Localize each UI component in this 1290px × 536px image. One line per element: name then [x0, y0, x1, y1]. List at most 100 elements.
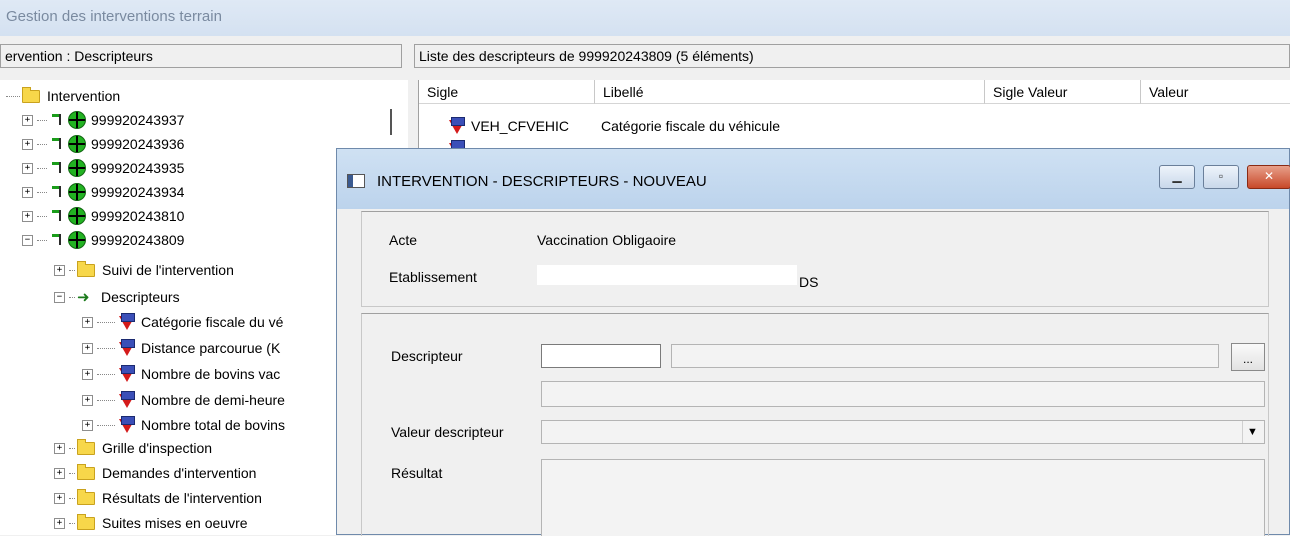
descriptor-icon	[117, 313, 137, 331]
app-title: Gestion des interventions terrain	[6, 8, 222, 25]
descripteur-detail-field	[541, 381, 1265, 407]
tree-item-intervention[interactable]: + 999920243937	[22, 108, 184, 132]
tree-item-descriptor[interactable]: + Distance parcourue (K	[82, 336, 280, 360]
expand-icon[interactable]: +	[82, 342, 93, 354]
intervention-number: 999920243937	[91, 112, 185, 128]
close-button[interactable]: ✕	[1247, 165, 1290, 189]
flag-icon	[49, 136, 65, 152]
expand-icon[interactable]: +	[54, 442, 65, 454]
tree-item-intervention[interactable]: + 999920243934	[22, 180, 184, 204]
intervention-number: 999920243935	[91, 160, 185, 176]
tree-item-suites[interactable]: + Suites mises en oeuvre	[54, 511, 248, 535]
tree-item-label: Résultats de l'intervention	[102, 490, 262, 506]
browse-button[interactable]: ...	[1231, 343, 1265, 371]
descriptor-icon	[117, 416, 137, 434]
expand-icon[interactable]: +	[82, 394, 93, 406]
expand-icon[interactable]: +	[22, 210, 33, 222]
minimize-button[interactable]: ▁	[1159, 165, 1195, 189]
expand-icon[interactable]: +	[54, 467, 65, 479]
column-header-sigle[interactable]: Sigle	[419, 80, 595, 104]
folder-icon	[77, 513, 95, 530]
acte-label: Acte	[389, 232, 418, 248]
descripteur-label: Descripteur	[391, 348, 463, 364]
tree-item-descriptor[interactable]: + Nombre total de bovins	[82, 413, 285, 437]
flag-icon	[49, 112, 65, 128]
expand-icon[interactable]: +	[54, 264, 65, 276]
flag-icon	[49, 208, 65, 224]
table-row[interactable]: VEH_CFVEHIC Catégorie fiscale du véhicul…	[447, 114, 780, 138]
tree-item-label: Demandes d'intervention	[102, 465, 257, 481]
new-descriptor-dialog[interactable]: INTERVENTION - DESCRIPTEURS - NOUVEAU ▁ …	[336, 148, 1290, 536]
tree-item-demandes[interactable]: + Demandes d'intervention	[54, 461, 256, 485]
flag-icon	[49, 184, 65, 200]
column-label: Valeur	[1149, 84, 1189, 100]
header-info-frame	[361, 211, 1269, 307]
valeur-descripteur-select[interactable]: ▼	[541, 420, 1265, 444]
intervention-number: 999920243936	[91, 136, 185, 152]
expand-icon[interactable]: +	[82, 368, 93, 380]
expand-icon[interactable]: +	[22, 114, 33, 126]
tree-root-label: Intervention	[47, 88, 121, 104]
descriptor-label: Nombre de demi-heure	[141, 392, 285, 408]
flag-icon	[49, 160, 65, 176]
right-panel-title: Liste des descripteurs de 999920243809 (…	[419, 48, 754, 64]
folder-icon	[77, 438, 95, 455]
dialog-titlebar[interactable]: INTERVENTION - DESCRIPTEURS - NOUVEAU ▁ …	[337, 149, 1290, 209]
descripteur-code-input[interactable]	[541, 344, 661, 368]
expand-icon[interactable]: +	[22, 186, 33, 198]
tree-item-descriptor[interactable]: + Catégorie fiscale du vé	[82, 310, 283, 334]
status-circle-icon	[68, 231, 86, 249]
column-label: Sigle	[427, 84, 459, 100]
column-header-valeur[interactable]: Valeur	[1141, 80, 1290, 104]
descriptor-label: Distance parcourue (K	[141, 340, 281, 356]
descripteur-libelle-field	[671, 344, 1219, 368]
tree-item-intervention[interactable]: + 999920243810	[22, 204, 184, 228]
app-titlebar: Gestion des interventions terrain	[0, 0, 1290, 36]
collapse-icon[interactable]: −	[22, 234, 33, 246]
tree-item-resultats[interactable]: + Résultats de l'intervention	[54, 486, 262, 510]
maximize-button[interactable]: ▫	[1203, 165, 1239, 189]
tree-item-suivi[interactable]: + Suivi de l'intervention	[54, 258, 234, 282]
chevron-down-icon[interactable]: ▼	[1242, 421, 1262, 443]
tree-item-label: Suivi de l'intervention	[102, 262, 234, 278]
tree-item-descriptor[interactable]: + Nombre de demi-heure	[82, 388, 285, 412]
resultat-textarea[interactable]	[541, 459, 1265, 536]
arrow-right-icon: ➜	[77, 289, 90, 306]
intervention-number: 999920243810	[91, 208, 185, 224]
tree-item-grille[interactable]: + Grille d'inspection	[54, 436, 212, 460]
status-circle-icon	[68, 135, 86, 153]
tree-item-intervention[interactable]: + 999920243936	[22, 132, 184, 156]
expand-icon[interactable]: +	[82, 316, 93, 328]
column-header-sigle-valeur[interactable]: Sigle Valeur	[985, 80, 1141, 104]
folder-icon	[22, 86, 40, 103]
descriptor-icon	[447, 117, 467, 135]
etablissement-value: DS	[799, 274, 819, 290]
etablissement-label: Etablissement	[389, 269, 477, 285]
acte-value: Vaccination Obligaoire	[537, 232, 677, 248]
splitter-handle[interactable]	[390, 109, 392, 135]
expand-icon[interactable]: +	[82, 419, 93, 431]
descriptor-icon	[117, 339, 137, 357]
expand-icon[interactable]: +	[54, 517, 65, 529]
column-header-libelle[interactable]: Libellé	[595, 80, 985, 104]
left-panel-header: ervention : Descripteurs	[0, 44, 402, 68]
flag-icon	[49, 232, 65, 248]
expand-icon[interactable]: +	[22, 138, 33, 150]
expand-icon[interactable]: +	[54, 492, 65, 504]
intervention-number: 999920243809	[91, 232, 185, 248]
tree-item-descripteurs[interactable]: − ➜ Descripteurs	[54, 285, 180, 309]
tree-item-label: Suites mises en oeuvre	[102, 515, 248, 531]
expand-icon[interactable]: +	[22, 162, 33, 174]
descriptor-icon	[117, 365, 137, 383]
folder-icon	[77, 463, 95, 480]
collapse-icon[interactable]: −	[54, 291, 65, 303]
left-panel-title: ervention : Descripteurs	[5, 48, 153, 64]
descriptor-icon	[117, 391, 137, 409]
tree-item-intervention-expanded[interactable]: − 999920243809	[22, 228, 184, 252]
tree-item-intervention[interactable]: + 999920243935	[22, 156, 184, 180]
folder-icon	[77, 260, 95, 277]
tree-item-label: Descripteurs	[101, 289, 180, 305]
tree-root-intervention[interactable]: Intervention	[6, 84, 120, 108]
descriptor-label: Catégorie fiscale du vé	[141, 314, 284, 330]
tree-item-descriptor[interactable]: + Nombre de bovins vac	[82, 362, 280, 386]
